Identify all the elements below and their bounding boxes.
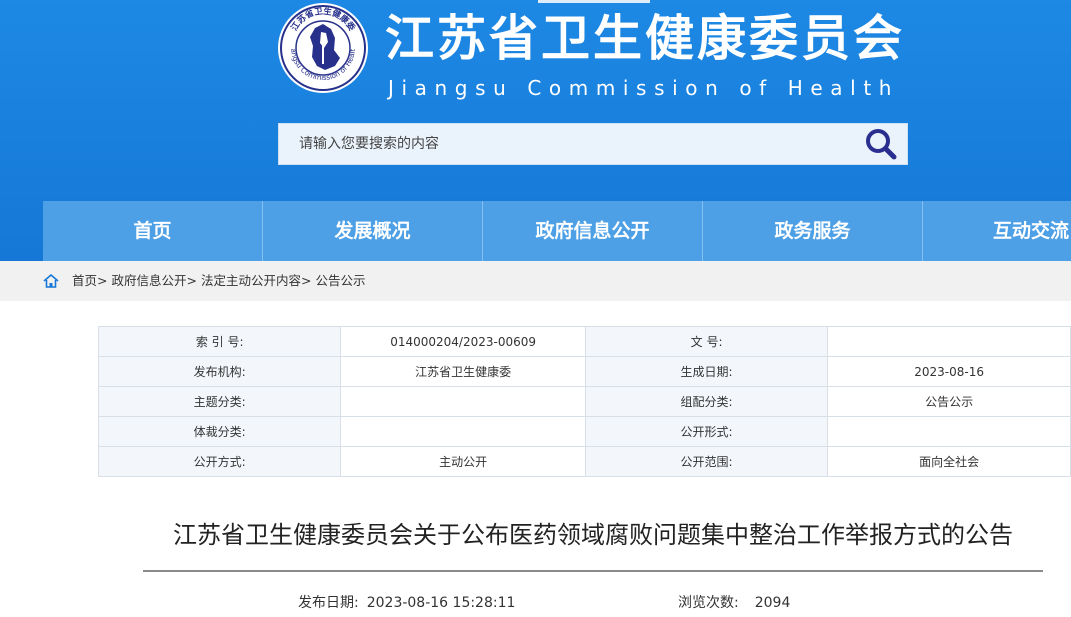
search-input[interactable] — [279, 124, 849, 164]
info-value-disclosure-scope: 面向全社会 — [827, 446, 1071, 477]
info-value-topic — [340, 386, 586, 417]
info-value-disclosure-form — [827, 416, 1071, 447]
search-icon[interactable] — [863, 127, 899, 161]
title-divider — [143, 570, 1043, 572]
article-title: 江苏省卫生健康委员会关于公布医药领域腐败问题集中整治工作举报方式的公告 — [173, 521, 1013, 549]
info-label-topic: 主题分类: — [97, 386, 342, 417]
breadcrumb-separator: > — [97, 273, 108, 288]
top-accent-bar — [538, 0, 650, 3]
info-label-genre: 体裁分类: — [97, 416, 342, 447]
nav-item-interaction[interactable]: 互动交流 — [923, 201, 1071, 261]
info-label-publisher: 发布机构: — [97, 356, 342, 387]
breadcrumb-statutory[interactable]: 法定主动公开内容 — [201, 273, 301, 288]
breadcrumb-separator: > — [300, 273, 312, 288]
info-value-publisher: 江苏省卫生健康委 — [340, 356, 586, 387]
search-bar — [278, 123, 908, 165]
view-count-value: 2094 — [754, 595, 791, 611]
info-label-doc-number: 文 号: — [584, 326, 829, 357]
info-label-disclosure-scope: 公开范围: — [584, 446, 829, 477]
info-value-category: 公告公示 — [827, 386, 1071, 417]
nav-item-overview[interactable]: 发展概况 — [263, 201, 483, 261]
main-nav: 首页 发展概况 政府信息公开 政务服务 互动交流 — [43, 201, 1071, 261]
table-row: 主题分类: 组配分类: 公告公示 — [97, 386, 1071, 417]
nav-item-gov-info[interactable]: 政府信息公开 — [483, 201, 703, 261]
breadcrumb-gov-info[interactable]: 政府信息公开 — [111, 273, 186, 288]
info-value-created-date: 2023-08-16 — [827, 356, 1071, 387]
breadcrumb-home[interactable]: 首页 — [72, 273, 97, 288]
site-header: Jiangsu Commission of Health 江苏省卫生健康委 江苏… — [0, 0, 1071, 261]
nav-item-services[interactable]: 政务服务 — [703, 201, 923, 261]
info-value-disclosure-method: 主动公开 — [340, 446, 586, 477]
site-subtitle: Jiangsu Commission of Health — [388, 76, 900, 100]
publish-date-label: 发布日期: — [298, 595, 359, 611]
publish-date-value: 2023-08-16 15:28:11 — [366, 595, 516, 611]
info-value-genre — [340, 416, 586, 447]
table-row: 索 引 号: 014000204/2023-00609 文 号: — [97, 326, 1071, 357]
commission-logo-icon[interactable]: Jiangsu Commission of Health 江苏省卫生健康委 — [277, 2, 369, 94]
info-label-index: 索 引 号: — [97, 326, 342, 357]
info-label-disclosure-form: 公开形式: — [584, 416, 829, 447]
info-value-doc-number — [827, 326, 1071, 357]
publish-date: 发布日期: 2023-08-16 15:28:11 — [298, 593, 515, 613]
info-label-category: 组配分类: — [584, 386, 829, 417]
site-title: 江苏省卫生健康委员会 — [385, 10, 906, 67]
document-info-table: 索 引 号: 014000204/2023-00609 文 号: 发布机构: 江… — [97, 326, 1071, 477]
info-label-disclosure-method: 公开方式: — [97, 446, 342, 477]
breadcrumb: 首页> 政府信息公开> 法定主动公开内容> 公告公示 — [72, 271, 365, 291]
breadcrumb-separator: > — [186, 273, 197, 288]
info-value-index: 014000204/2023-00609 — [340, 326, 586, 357]
table-row: 发布机构: 江苏省卫生健康委 生成日期: 2023-08-16 — [97, 356, 1071, 387]
info-label-created-date: 生成日期: — [584, 356, 829, 387]
view-count-label: 浏览次数: — [678, 595, 739, 611]
table-row: 体裁分类: 公开形式: — [97, 416, 1071, 447]
nav-item-home[interactable]: 首页 — [43, 201, 263, 261]
view-count: 浏览次数: 2094 — [678, 593, 790, 613]
home-icon[interactable] — [43, 274, 59, 288]
breadcrumb-notices[interactable]: 公告公示 — [315, 273, 365, 288]
table-row: 公开方式: 主动公开 公开范围: 面向全社会 — [97, 446, 1071, 477]
